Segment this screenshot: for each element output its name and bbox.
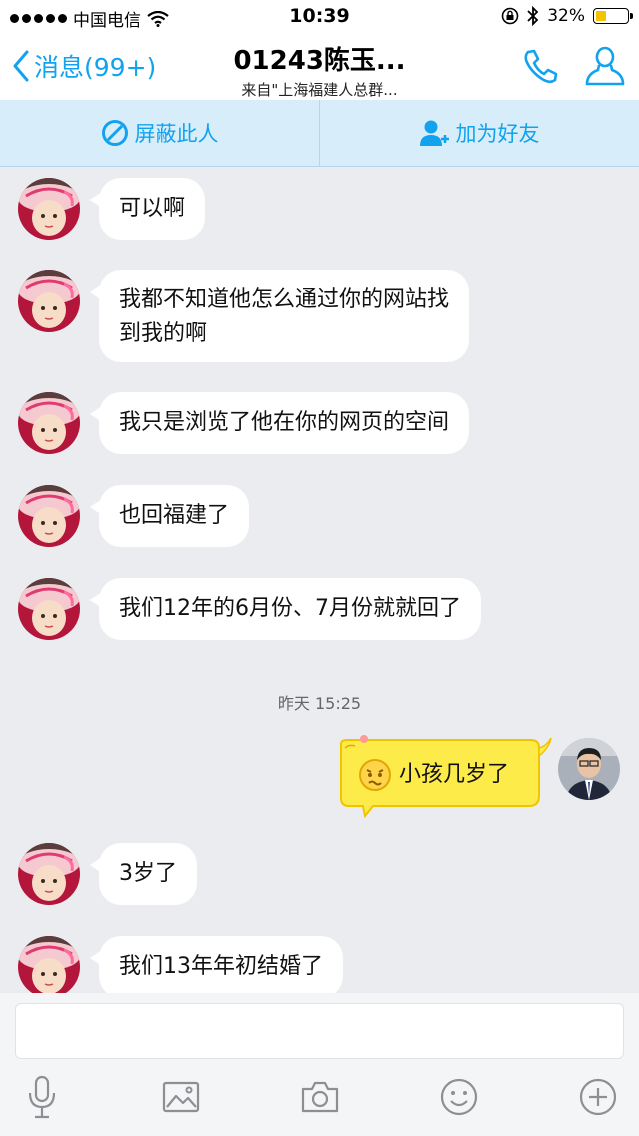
add-friend-label: 加为好友 xyxy=(455,122,540,146)
message-bubble[interactable]: 我都不知道他怎么通过你的网站找 到我的啊 xyxy=(89,270,470,362)
message-bubble[interactable]: 也回福建了 xyxy=(89,485,250,547)
block-icon xyxy=(101,120,128,146)
message-bubble[interactable]: 我们13年年初结婚了 xyxy=(90,936,343,993)
add-friend-icon xyxy=(419,120,449,146)
block-user-label: 屏蔽此人 xyxy=(134,122,219,146)
sent-message-bubble[interactable]: 小孩几岁了 xyxy=(333,734,555,818)
input-bar xyxy=(0,993,639,1136)
my-avatar[interactable] xyxy=(558,738,620,800)
contact-avatar[interactable] xyxy=(18,392,80,454)
battery-percent: 32% xyxy=(547,6,585,26)
call-button[interactable] xyxy=(520,46,560,90)
message-text-line2: 到我的啊 xyxy=(119,321,208,346)
orientation-lock-icon xyxy=(501,7,519,25)
microphone-icon xyxy=(28,1075,56,1119)
more-button[interactable] xyxy=(576,1075,620,1119)
image-icon xyxy=(162,1081,200,1113)
message-text: 也回福建了 xyxy=(119,503,230,528)
bluetooth-icon xyxy=(527,6,539,26)
phone-icon xyxy=(524,49,558,84)
message-bubble[interactable]: 3岁了 xyxy=(90,843,197,905)
camera-button[interactable] xyxy=(298,1075,342,1119)
message-bubble[interactable]: 可以啊 xyxy=(89,178,206,240)
emoji-face-icon xyxy=(359,759,391,791)
message-text: 小孩几岁了 xyxy=(399,762,510,787)
contact-avatar[interactable] xyxy=(18,485,80,547)
contact-avatar[interactable] xyxy=(18,843,80,905)
add-friend-button[interactable]: 加为好友 xyxy=(320,100,639,166)
stranger-action-bar: 屏蔽此人 加为好友 xyxy=(0,100,639,167)
message-text: 3岁了 xyxy=(119,861,177,886)
battery-icon xyxy=(593,8,633,24)
contact-avatar[interactable] xyxy=(18,178,80,240)
contact-avatar[interactable] xyxy=(18,270,80,332)
contact-avatar[interactable] xyxy=(18,578,80,640)
image-button[interactable] xyxy=(159,1075,203,1119)
camera-icon xyxy=(301,1081,339,1113)
profile-button[interactable] xyxy=(584,44,626,92)
message-text: 我只是浏览了他在你的网页的空间 xyxy=(119,410,450,435)
block-user-button[interactable]: 屏蔽此人 xyxy=(0,100,320,166)
person-icon xyxy=(585,46,625,86)
message-text: 我们13年年初结婚了 xyxy=(119,954,323,979)
emoji-button[interactable] xyxy=(437,1075,481,1119)
plus-icon xyxy=(579,1078,617,1116)
message-text: 我们12年的6月份、7月份就就回了 xyxy=(119,596,461,621)
status-right: 32% xyxy=(501,6,633,26)
timestamp: 昨天 15:25 xyxy=(277,694,362,713)
message-bubble[interactable]: 我只是浏览了他在你的网页的空间 xyxy=(89,392,470,454)
contact-avatar[interactable] xyxy=(18,936,80,993)
message-bubble[interactable]: 我们12年的6月份、7月份就就回了 xyxy=(90,578,481,640)
status-bar: 中国电信 10:39 32% xyxy=(0,0,639,34)
emoji-icon xyxy=(440,1078,478,1116)
voice-button[interactable] xyxy=(20,1075,64,1119)
message-text: 我都不知道他怎么通过你的网站找 xyxy=(119,287,450,312)
chat-area[interactable]: 可以啊 我都不知道他怎么通过你的网站找 到我的啊 我只是浏览了他在你的网页的空间… xyxy=(0,167,639,993)
message-input[interactable] xyxy=(15,1003,624,1059)
nav-bar: 消息(99+) 01243陈玉... 来自"上海福建人总群... xyxy=(0,34,639,101)
message-text: 可以啊 xyxy=(119,196,186,221)
